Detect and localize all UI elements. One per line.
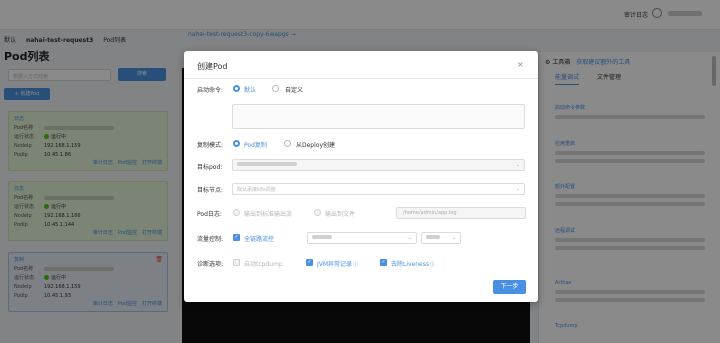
radio-to-file-label[interactable]: 输出到文件: [325, 209, 355, 218]
liveness-label-text: 去除Liveness: [391, 261, 429, 268]
radio-custom-label[interactable]: 自定义: [285, 85, 303, 94]
chevron-down-icon: ⌄: [515, 162, 520, 168]
chevron-down-icon: ⌄: [407, 235, 412, 241]
dialog-title: 创建Pod: [197, 62, 228, 71]
close-icon[interactable]: ×: [517, 60, 524, 69]
jvm-label[interactable]: JVM异常记录ⓘ: [317, 259, 358, 268]
radio-custom[interactable]: [272, 85, 279, 92]
checkbox-unchecked-icon[interactable]: [233, 259, 240, 266]
radio-pod-copy-label[interactable]: Pod复制: [244, 140, 267, 149]
create-pod-dialog: 创建Pod × 启动命令: 默认 自定义 复制模式: Pod复制 从Deploy…: [184, 51, 538, 302]
next-button[interactable]: 下一步: [493, 280, 526, 294]
info-icon[interactable]: ⓘ: [353, 262, 358, 268]
radio-from-deploy[interactable]: [284, 140, 291, 147]
traffic-env-select[interactable]: ⌄: [307, 232, 417, 244]
copy-mode-label: 复制模式:: [197, 142, 224, 149]
target-pod-select[interactable]: ⌄: [232, 159, 525, 171]
target-node-label: 目标节点:: [197, 187, 224, 194]
startup-label: 启动命令:: [197, 87, 224, 94]
traffic-env-redacted: [312, 235, 332, 239]
traffic-tag-select[interactable]: ⌄: [421, 232, 461, 244]
pod-log-label: Pod日志:: [197, 211, 222, 218]
radio-pod-copy[interactable]: [233, 140, 240, 147]
radio-default-label[interactable]: 默认: [244, 85, 256, 94]
target-node-select[interactable]: 默认承接k8s调度 ⌄: [232, 183, 525, 195]
target-node-placeholder: 默认承接k8s调度: [237, 187, 276, 193]
divider: [184, 78, 538, 79]
target-pod-redacted: [237, 162, 297, 166]
radio-from-deploy-label[interactable]: 从Deploy创建: [296, 140, 335, 149]
chevron-down-icon: ⌄: [515, 186, 520, 192]
radio-default[interactable]: [233, 85, 240, 92]
traffic-tag-redacted: [426, 235, 440, 239]
radio-stdout[interactable]: [233, 209, 240, 216]
target-pod-label: 目标pod:: [197, 164, 223, 171]
checkbox-checked-icon[interactable]: ✓: [233, 234, 240, 241]
chevron-down-icon: ⌄: [451, 235, 456, 241]
tcpdump-label[interactable]: 启动tcpdump: [244, 259, 283, 268]
jvm-label-text: JVM异常记录: [317, 261, 353, 268]
radio-to-file[interactable]: [314, 209, 321, 216]
checkbox-checked-icon[interactable]: ✓: [306, 259, 313, 266]
log-path-input[interactable]: /home/admin/app.log: [396, 207, 526, 219]
traffic-checkbox-label[interactable]: 全链路流控: [244, 234, 274, 243]
info-icon[interactable]: ⓘ: [430, 262, 435, 268]
checkbox-checked-icon[interactable]: ✓: [380, 259, 387, 266]
traffic-label: 流量控制:: [197, 236, 224, 243]
radio-stdout-label[interactable]: 输出到标准输出流: [244, 209, 292, 218]
startup-command-textarea[interactable]: [232, 104, 525, 129]
liveness-label[interactable]: 去除Livenessⓘ: [391, 259, 435, 268]
diag-label: 诊断选项:: [197, 261, 224, 268]
